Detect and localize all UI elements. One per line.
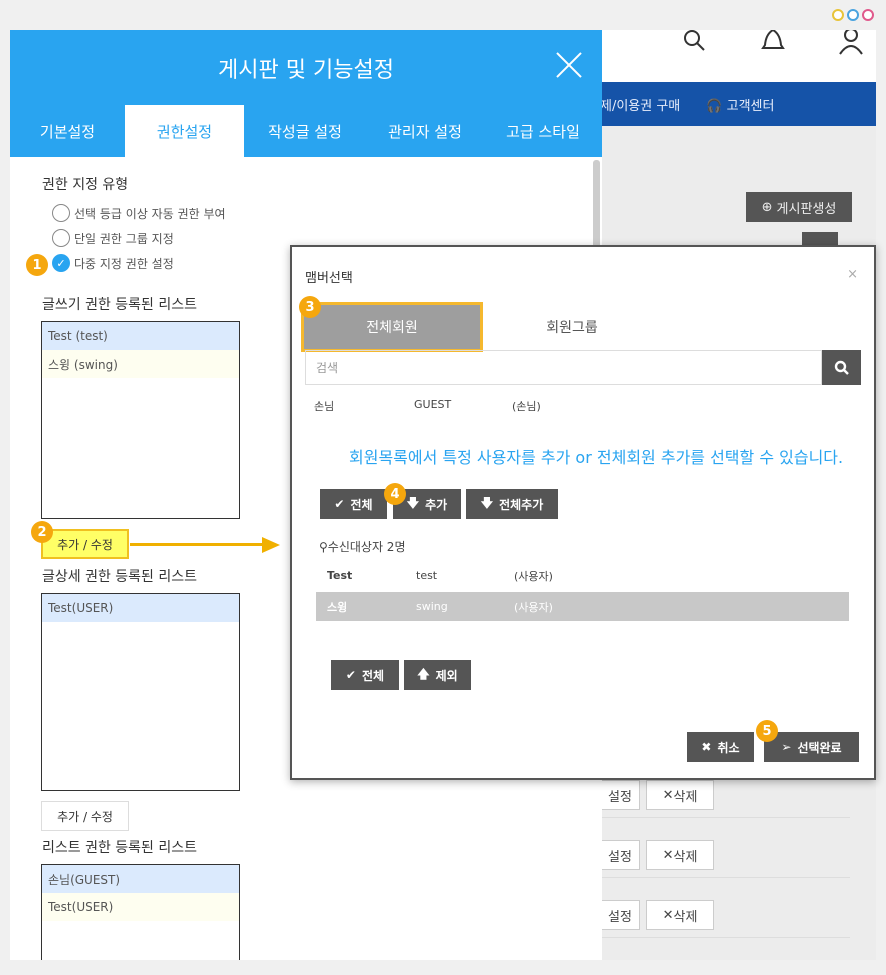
tab-all-members[interactable]: 전체회원 <box>301 302 483 352</box>
send-icon: ➢ <box>781 740 792 754</box>
tab-admin-settings[interactable]: 관리자 설정 <box>366 105 484 157</box>
nav-item-purchase[interactable]: 제/이용권 구매 <box>600 95 680 114</box>
window-controls <box>832 9 874 21</box>
radio-single-group[interactable]: 단일 권한 그룹 지정 <box>52 229 174 247</box>
tab-post-settings[interactable]: 작성글 설정 <box>244 105 366 157</box>
search-button[interactable] <box>822 350 861 385</box>
close-icon[interactable] <box>556 52 582 78</box>
settings-tabs: 기본설정 권한설정 작성글 설정 관리자 설정 고급 스타일 <box>10 105 602 157</box>
recipient-type: (사용자) <box>514 569 553 583</box>
table-row: 설정 ✕ 삭제 <box>600 826 850 878</box>
bg-nav: 제/이용권 구매 🎧 고객센터 <box>600 82 876 126</box>
x-icon: ✕ <box>662 787 674 803</box>
panel-header: 게시판 및 기능설정 <box>10 30 602 105</box>
step-badge-2: 2 <box>31 521 53 543</box>
list-item[interactable]: Test(USER) <box>42 594 239 622</box>
list-item[interactable]: Test (test) <box>42 322 239 350</box>
delete-button[interactable]: ✕ 삭제 <box>646 840 714 870</box>
user-icon[interactable] <box>838 30 864 62</box>
write-permission-list[interactable]: Test (test) 스윙 (swing) <box>41 321 240 519</box>
arrow-up-icon: 🡅 <box>417 666 430 681</box>
close-icon[interactable]: × <box>847 267 858 282</box>
bell-icon[interactable] <box>760 30 786 62</box>
plus-circle-icon: ⊕ <box>761 199 773 215</box>
close-icon: ✖ <box>701 740 712 754</box>
member-type: (손님) <box>512 400 541 413</box>
recipient-id: test <box>416 569 438 582</box>
recipient-name: 스윙 <box>327 600 348 614</box>
radio-circle[interactable] <box>52 204 70 222</box>
radio-multi-assign[interactable]: ✓ 다중 지정 권한 설정 <box>52 254 174 272</box>
list-item[interactable]: 스윙 (swing) <box>42 350 239 378</box>
radio-auto-grade[interactable]: 선택 등급 이상 자동 권한 부여 <box>52 204 226 222</box>
list-permission-list[interactable]: 손님(GUEST) Test(USER) <box>41 864 240 960</box>
write-list-label: 글쓰기 권한 등록된 리스트 <box>42 297 198 313</box>
list-item[interactable]: 손님(GUEST) <box>42 865 239 893</box>
info-message: 회원목록에서 특정 사용자를 추가 or 전체회원 추가를 선택할 수 있습니다… <box>349 448 844 467</box>
search-icon[interactable] <box>682 30 708 62</box>
window-dot-pink[interactable] <box>862 9 874 21</box>
tab-advanced-style[interactable]: 고급 스타일 <box>484 105 602 157</box>
check-icon: ✔ <box>334 497 345 511</box>
headset-icon: 🎧 <box>706 98 727 114</box>
tab-basic[interactable]: 기본설정 <box>10 105 125 157</box>
step-badge-1: 1 <box>26 254 48 276</box>
check-icon[interactable]: ✓ <box>52 254 70 272</box>
table-row: 설정 ✕ 삭제 <box>600 886 850 938</box>
select-done-button[interactable]: ➢ 선택완료 <box>764 732 859 762</box>
arrow-down-icon: 🡇 <box>480 495 494 510</box>
detail-list-label: 글상세 권한 등록된 리스트 <box>42 569 198 585</box>
recipient-type: (사용자) <box>514 600 553 614</box>
panel-title: 게시판 및 기능설정 <box>218 58 394 83</box>
cancel-button[interactable]: ✖ 취소 <box>687 732 754 762</box>
add-edit-button[interactable]: 추가 / 수정 <box>41 529 129 559</box>
modal-title: 맴버선택 <box>305 271 353 286</box>
list-item[interactable]: 손님 GUEST (손님) <box>314 398 541 414</box>
check-icon: ✔ <box>345 668 356 682</box>
edit-button[interactable]: 설정 <box>600 780 640 810</box>
table-row[interactable]: Test test (사용자) <box>316 561 849 590</box>
tab-member-groups[interactable]: 회원그룹 <box>482 302 662 352</box>
recipient-id: swing <box>416 600 448 613</box>
recipient-name: Test <box>327 569 353 582</box>
member-name: 손님 <box>314 400 335 413</box>
detail-permission-list[interactable]: Test(USER) <box>41 593 240 791</box>
window-dot-yellow[interactable] <box>832 9 844 21</box>
bg-header <box>600 30 876 82</box>
list-list-label: 리스트 권한 등록된 리스트 <box>42 840 198 856</box>
person-icon: ⚲ <box>319 540 328 554</box>
member-id: GUEST <box>414 398 452 411</box>
x-icon: ✕ <box>662 847 674 863</box>
delete-button[interactable]: ✕ 삭제 <box>646 900 714 930</box>
x-icon: ✕ <box>662 907 674 923</box>
create-board-button[interactable]: ⊕ 게시판생성 <box>746 192 852 222</box>
add-all-button[interactable]: 🡇 전체추가 <box>466 489 558 519</box>
nav-item-support[interactable]: 🎧 고객센터 <box>706 95 774 114</box>
table-row[interactable]: 스윙 swing (사용자) <box>316 592 849 621</box>
member-select-modal: 맴버선택 × 전체회원 회원그룹 검색 손님 GUEST (손님) 회원목록에서… <box>290 245 876 780</box>
radio-circle[interactable] <box>52 229 70 247</box>
arrow-head <box>262 537 280 553</box>
perm-type-label: 권한 지정 유형 <box>42 177 129 193</box>
arrow-connector <box>130 543 264 546</box>
delete-button[interactable]: ✕ 삭제 <box>646 780 714 810</box>
select-all-button[interactable]: ✔ 전체 <box>331 660 399 690</box>
select-all-button[interactable]: ✔ 전체 <box>320 489 387 519</box>
list-item[interactable]: Test(USER) <box>42 893 239 921</box>
tab-permissions[interactable]: 권한설정 <box>125 105 244 157</box>
window-dot-blue[interactable] <box>847 9 859 21</box>
search-input[interactable]: 검색 <box>305 350 822 385</box>
step-badge-4: 4 <box>384 483 406 505</box>
edit-button[interactable]: 설정 <box>600 840 640 870</box>
recipient-count: ⚲수신대상자 2명 <box>319 540 406 554</box>
search-icon <box>834 360 849 375</box>
remove-button[interactable]: 🡅 제외 <box>404 660 471 690</box>
edit-button[interactable]: 설정 <box>600 900 640 930</box>
step-badge-5: 5 <box>756 720 778 742</box>
step-badge-3: 3 <box>299 296 321 318</box>
add-edit-button[interactable]: 추가 / 수정 <box>41 801 129 831</box>
arrow-down-icon: 🡇 <box>406 495 420 510</box>
